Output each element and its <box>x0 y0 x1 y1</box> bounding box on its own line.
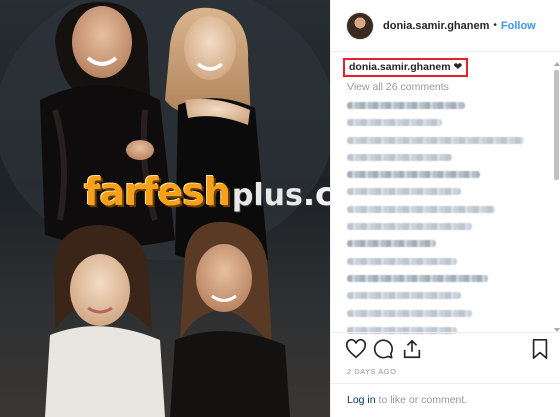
action-bar <box>345 338 551 360</box>
blurred-comment-text <box>347 119 442 127</box>
comment-row <box>347 182 547 199</box>
blurred-comment-text <box>347 292 461 300</box>
post-timestamp: 2 DAYS AGO <box>347 367 397 376</box>
comment-row <box>347 304 547 321</box>
watermark-main: farfesh <box>84 170 231 214</box>
blurred-comment-text <box>347 205 495 213</box>
comment-row <box>347 321 547 338</box>
heart-icon[interactable] <box>345 338 367 360</box>
post-photo[interactable]: farfesh plus .com <box>0 0 330 417</box>
comments-list <box>347 96 547 338</box>
comment-row <box>347 148 547 165</box>
caption-username[interactable]: donia.samir.ghanem <box>349 61 451 73</box>
comment-row <box>347 252 547 269</box>
post-sidebar: donia.samir.ghanem • Follow donia.samir.… <box>330 0 560 417</box>
comments-scrollbar[interactable] <box>553 62 560 332</box>
comment-row <box>347 286 547 303</box>
blurred-comment-text <box>347 188 461 196</box>
login-prompt-text: to like or comment. <box>375 394 468 406</box>
avatar[interactable] <box>346 11 374 40</box>
divider <box>331 332 560 333</box>
comment-row <box>347 96 547 113</box>
scroll-thumb[interactable] <box>554 70 559 180</box>
divider <box>331 383 560 384</box>
comment-icon[interactable] <box>372 338 394 360</box>
blurred-comment-text <box>347 153 452 161</box>
header-username[interactable]: donia.samir.ghanem <box>383 20 489 32</box>
blurred-comment-text <box>347 309 472 317</box>
watermark-domain: .com <box>302 175 330 213</box>
watermark-plus: plus <box>231 178 303 213</box>
comment-row <box>347 131 547 148</box>
login-link[interactable]: Log in <box>347 394 376 406</box>
view-all-comments-link[interactable]: View all 26 comments <box>347 81 449 93</box>
caption-text: ❤ <box>453 61 463 73</box>
blurred-comment-text <box>347 136 524 144</box>
bookmark-icon[interactable] <box>529 338 551 360</box>
header-separator: • <box>493 20 497 31</box>
blurred-comment-text <box>347 223 472 231</box>
blurred-comment-text <box>347 257 457 265</box>
comment-row <box>347 113 547 130</box>
watermark: farfesh plus .com <box>84 170 330 216</box>
blurred-comment-text <box>347 274 488 282</box>
blurred-comment-text <box>347 240 436 248</box>
comment-row <box>347 234 547 251</box>
comment-row <box>347 165 547 182</box>
comment-row <box>347 200 547 217</box>
scroll-up-arrow-icon[interactable] <box>554 62 560 66</box>
post-header: donia.samir.ghanem • Follow <box>331 0 560 52</box>
share-icon[interactable] <box>401 338 423 360</box>
comment-row <box>347 269 547 286</box>
blurred-comment-text <box>347 171 480 179</box>
blurred-comment-text <box>347 102 465 109</box>
follow-button[interactable]: Follow <box>501 20 536 32</box>
caption-highlight: donia.samir.ghanem ❤ <box>343 58 469 77</box>
login-prompt: Log in to like or comment. <box>347 394 467 406</box>
comment-row <box>347 217 547 234</box>
